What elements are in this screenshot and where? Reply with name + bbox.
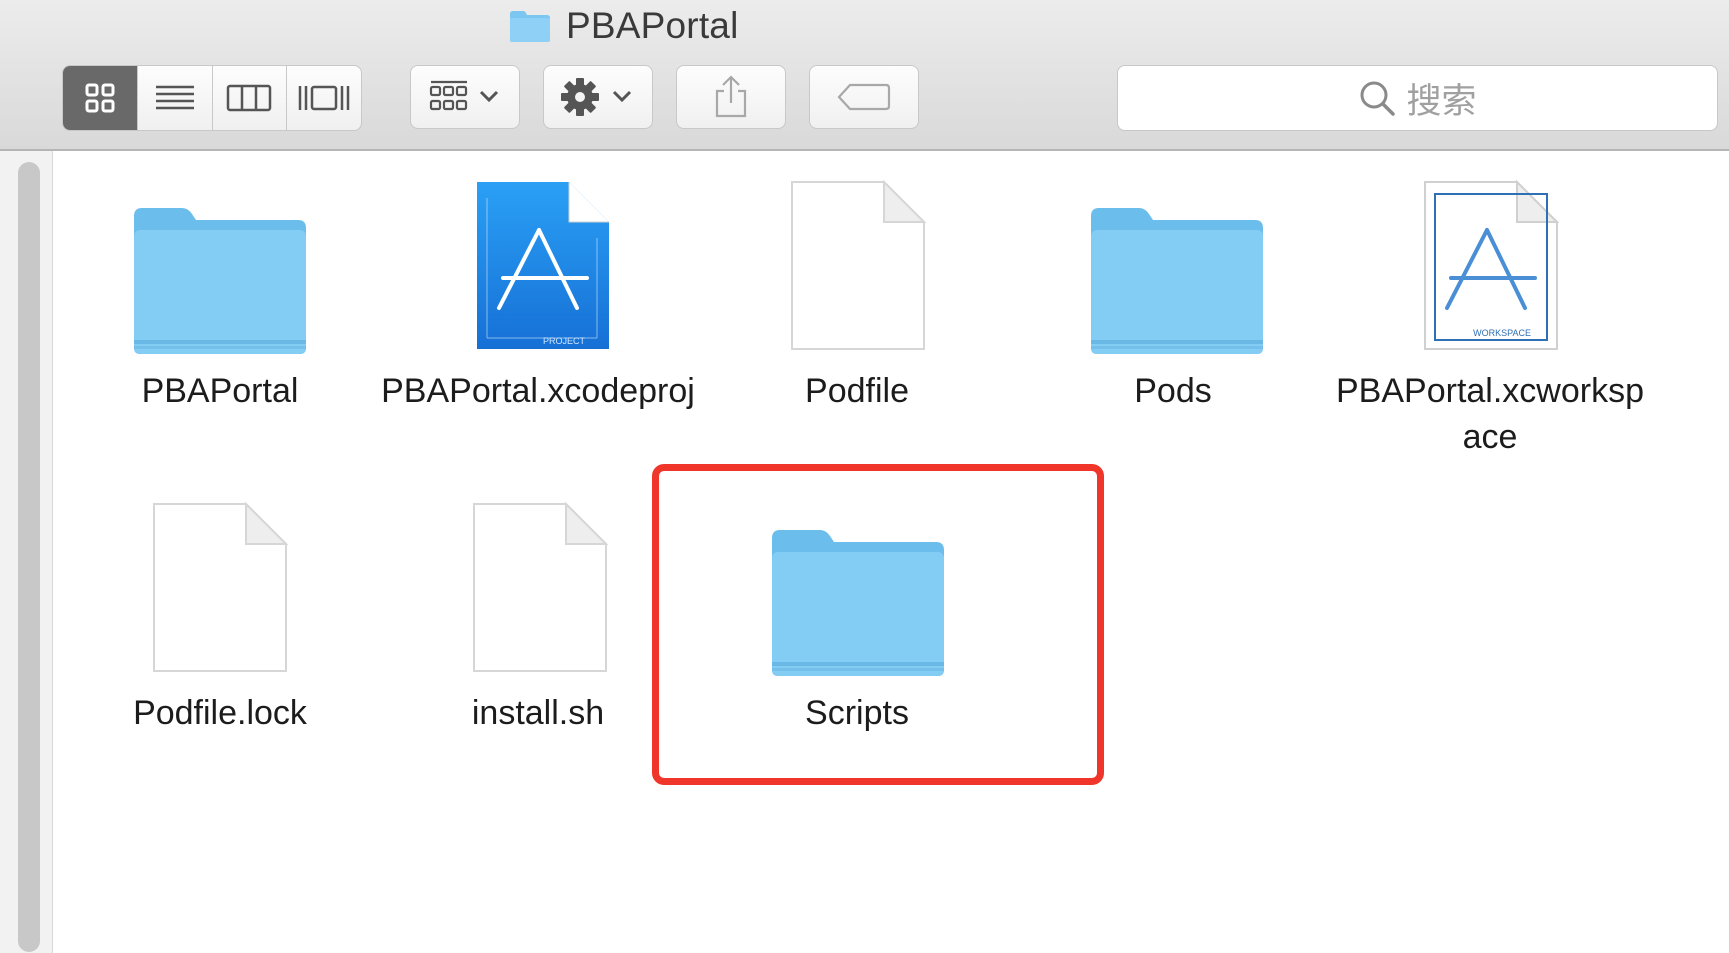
- search-placeholder: 搜索: [1406, 81, 1477, 122]
- file-item[interactable]: install.sh: [378, 500, 698, 736]
- cover-flow-view-button[interactable]: [287, 66, 361, 130]
- grid-icon: [85, 83, 115, 113]
- file-item[interactable]: Pods: [1013, 178, 1333, 414]
- finder-window: PBAPortal 搜索 PBAPortal PROJECT PBAPortal…: [0, 0, 1729, 953]
- tags-button[interactable]: [809, 65, 919, 129]
- view-mode-segmented-control: [62, 65, 362, 131]
- file-name: PBAPortal.xcodeproj: [381, 372, 695, 410]
- cover-flow-icon: [298, 85, 350, 111]
- search-icon: [1360, 81, 1396, 116]
- file-name: PBAPortal.xcworkspace: [1336, 372, 1644, 456]
- document-icon: [60, 500, 380, 690]
- file-name: Podfile: [805, 372, 909, 410]
- arrange-button[interactable]: [410, 65, 520, 129]
- folder-icon: [508, 8, 552, 44]
- tag-icon: [837, 83, 891, 111]
- gear-icon: [561, 78, 632, 116]
- document-icon: [697, 178, 1017, 368]
- window-title-text: PBAPortal: [566, 5, 739, 46]
- file-name: Pods: [1134, 372, 1212, 410]
- file-item[interactable]: WORKSPACE PBAPortal.xcworkspace: [1330, 178, 1650, 460]
- window-title: PBAPortal: [508, 4, 739, 48]
- share-button[interactable]: [676, 65, 786, 129]
- xcode-project-icon: PROJECT: [378, 178, 698, 368]
- icon-view-button[interactable]: [63, 66, 138, 130]
- list-icon: [155, 85, 194, 110]
- folder-icon: [60, 178, 380, 368]
- search-field[interactable]: 搜索: [1117, 65, 1718, 131]
- file-item[interactable]: PROJECT PBAPortal.xcodeproj: [378, 178, 698, 414]
- action-menu-button[interactable]: [543, 65, 653, 129]
- scrollbar-thumb[interactable]: [18, 162, 40, 952]
- file-name: Podfile.lock: [133, 694, 307, 732]
- file-name: PBAPortal: [141, 372, 299, 410]
- share-icon: [715, 75, 747, 118]
- file-item[interactable]: PBAPortal: [60, 178, 380, 414]
- file-item[interactable]: Podfile: [697, 178, 1017, 414]
- svg-text:PROJECT: PROJECT: [543, 336, 586, 346]
- folder-icon: [1013, 178, 1333, 368]
- columns-icon: [227, 84, 272, 112]
- list-view-button[interactable]: [138, 66, 213, 130]
- toolbar: PBAPortal 搜索: [0, 0, 1729, 151]
- xcode-workspace-icon: WORKSPACE: [1330, 178, 1650, 368]
- document-icon: [378, 500, 698, 690]
- svg-text:WORKSPACE: WORKSPACE: [1473, 328, 1531, 338]
- column-view-button[interactable]: [213, 66, 288, 130]
- file-name: install.sh: [471, 694, 605, 732]
- highlight-annotation-box: [652, 464, 1104, 785]
- file-item[interactable]: Podfile.lock: [60, 500, 380, 736]
- arrange-grid-icon: [429, 80, 499, 111]
